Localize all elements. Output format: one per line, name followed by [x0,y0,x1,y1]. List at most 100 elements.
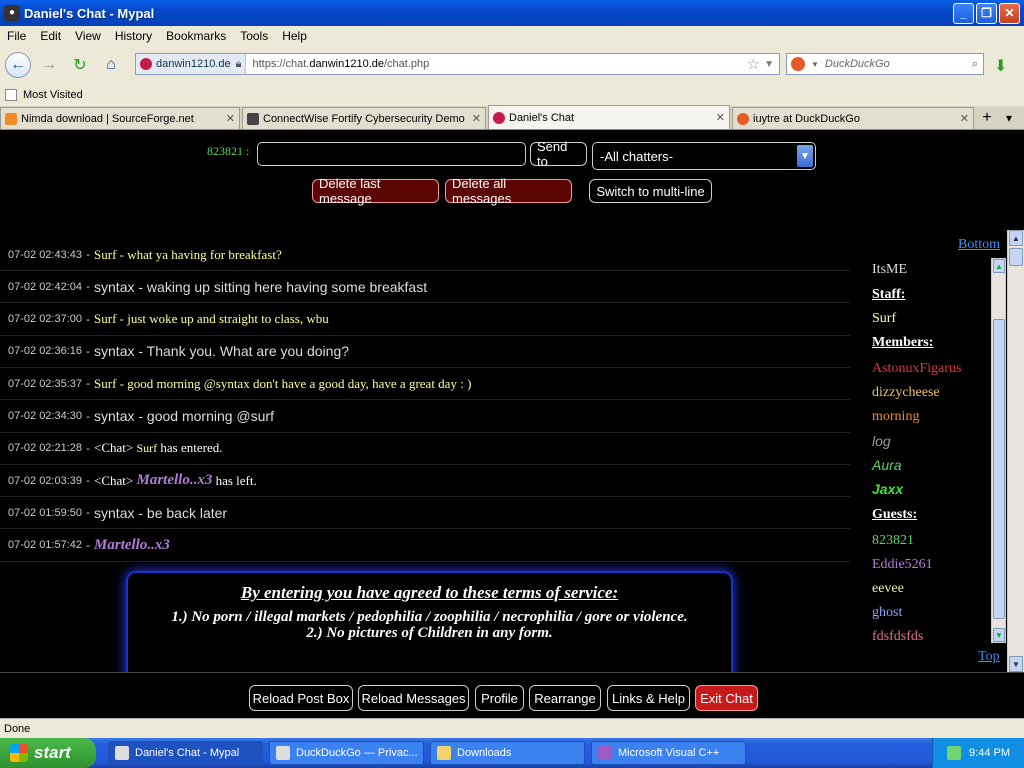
search-engine-dropdown-icon[interactable]: ▼ [811,60,819,69]
links-help-button[interactable]: Links & Help [607,685,690,711]
menu-view[interactable]: View [68,29,108,43]
search-icon[interactable]: ⌕ [972,58,978,71]
profile-button[interactable]: Profile [475,685,524,711]
delete-all-messages-button[interactable]: Delete all messages [445,176,572,206]
system-prefix: <Chat> [94,472,137,488]
message-text: - good morning @syntax don't have a good… [116,375,472,391]
tab-duckduckgo[interactable]: iuytre at DuckDuckGo ✕ [732,107,974,129]
select-chevron-down-icon[interactable]: ▼ [797,145,813,167]
rearrange-button[interactable]: Rearrange [529,685,601,711]
menu-file[interactable]: File [0,29,33,43]
userlist-user[interactable]: Jaxx [872,481,903,497]
home-icon[interactable]: ⌂ [98,52,124,78]
tab-connectwise[interactable]: ConnectWise Fortify Cybersecurity Demo ✕ [242,107,486,129]
url-dropdown-icon[interactable]: ▼ [764,59,774,70]
url-text[interactable]: https://chat.danwin1210.de/chat.php [246,58,746,70]
scroll-down-icon[interactable]: ▼ [993,628,1005,642]
scroll-thumb[interactable] [993,319,1005,619]
tab-nimda[interactable]: Nimda download | SourceForge.net ✕ [0,107,240,129]
menu-history[interactable]: History [108,29,159,43]
scroll-down-icon[interactable]: ▼ [1009,656,1023,672]
userlist-user[interactable]: log [872,433,891,449]
post-box: 823821 : Send to -All chatters- ▼ Delete… [0,131,1024,231]
reload-post-box-button[interactable]: Reload Post Box [249,685,353,711]
tab-daniels-chat[interactable]: Daniel's Chat ✕ [488,105,730,129]
search-placeholder: DuckDuckGo [824,58,890,70]
search-box[interactable]: ▼ DuckDuckGo ⌕ [786,53,984,75]
delete-last-message-button[interactable]: Delete last message [312,176,439,206]
message-author[interactable]: Surf [94,311,116,327]
back-arrow-icon[interactable]: ← [5,52,31,78]
forward-arrow-icon[interactable]: → [36,52,62,78]
userlist-scrollbar[interactable]: ▲ ▼ [991,258,1006,643]
message-row: 07-02 02:37:00- Surf - just woke up and s… [0,304,850,336]
close-tab-icon[interactable]: ✕ [960,112,969,125]
userlist-user[interactable]: dizzycheese [872,385,940,401]
recipient-select[interactable]: -All chatters- ▼ [592,142,816,170]
menu-tools[interactable]: Tools [233,29,275,43]
message-input[interactable] [257,142,526,166]
download-icon[interactable]: ⬇ [994,56,1007,76]
menu-edit[interactable]: Edit [33,29,68,43]
taskbar-item-downloads[interactable]: Downloads [430,741,585,765]
menu-bookmarks[interactable]: Bookmarks [159,29,233,43]
userlist-user[interactable]: Surf [872,311,896,327]
userlist-user[interactable]: ItsME [872,262,907,278]
bookmarks-toolbar: Most Visited [0,84,1024,106]
close-tab-icon[interactable]: ✕ [226,112,235,125]
userlist-user[interactable]: AstonuxFigarus [872,361,961,377]
terms-rule: 2.) No pictures of Children in any form. [306,625,553,641]
restore-button[interactable]: ❐ [976,2,997,24]
new-tab-plus-icon[interactable]: + [976,107,998,129]
message-author[interactable]: syntax [94,343,134,359]
userlist-user[interactable]: fdsfdsfds [872,629,923,645]
close-tab-icon[interactable]: ✕ [472,112,481,125]
tab-strip: Nimda download | SourceForge.net ✕ Conne… [0,105,1024,130]
message-text: - be back later [134,504,228,521]
message-author[interactable]: Surf [136,441,157,456]
switch-multiline-button[interactable]: Switch to multi-line [589,179,712,203]
message-author[interactable]: Martello..x3 [136,472,212,489]
reload-messages-button[interactable]: Reload Messages [358,685,469,711]
start-button[interactable]: start [0,738,96,768]
userlist-user[interactable]: eevee [872,581,904,597]
userlist-user[interactable]: ghost [872,605,902,621]
mypal-icon [276,746,290,760]
reload-icon[interactable]: ↻ [67,52,93,78]
message-author[interactable]: syntax [94,408,134,424]
close-tab-icon[interactable]: ✕ [716,111,725,124]
send-to-button[interactable]: Send to [530,139,587,169]
message-author[interactable]: syntax [94,505,134,521]
menu-help[interactable]: Help [275,29,314,43]
taskbar-item-mypal[interactable]: Daniel's Chat - Mypal [108,741,263,765]
userlist-user[interactable]: morning [872,409,919,425]
taskbar-item-duckduckgo[interactable]: DuckDuckGo — Privac... [269,741,424,765]
userlist-user[interactable]: Aura [872,457,902,473]
exit-chat-button[interactable]: Exit Chat [695,685,758,711]
message-author[interactable]: Surf [94,247,116,263]
message-author[interactable]: Martello..x3 [94,537,170,554]
windows-logo-icon [10,744,28,762]
system-prefix: <Chat> [94,440,137,456]
userlist-user[interactable]: Eddie5261 [872,557,933,573]
bookmark-star-icon[interactable]: ☆ [747,55,760,73]
url-bar[interactable]: danwin1210.de 🔒︎ https://chat.danwin1210… [135,53,780,75]
message-timestamp: 07-02 01:57:42 [8,539,83,552]
userlist-user[interactable]: 823821 [872,533,914,549]
page-scrollbar[interactable]: ▲ ▼ [1007,230,1024,672]
scroll-thumb[interactable] [1009,248,1023,266]
message-author[interactable]: Surf [94,376,116,392]
top-link[interactable]: Top [978,649,1000,665]
site-identity[interactable]: danwin1210.de 🔒︎ [136,54,247,74]
tray-icon[interactable] [947,746,962,760]
minimize-button[interactable]: _ [953,2,974,24]
taskbar-item-visual-cpp[interactable]: Microsoft Visual C++ [591,741,746,765]
bookmark-most-visited[interactable]: Most Visited [23,89,83,101]
tab-list-chevron-icon[interactable]: ▾ [998,107,1020,129]
message-text: has left. [212,472,257,488]
close-window-button[interactable]: ✕ [999,2,1020,24]
message-timestamp: 07-02 02:35:37 [8,377,83,390]
message-author[interactable]: syntax [94,279,134,295]
scroll-up-icon[interactable]: ▲ [1009,230,1023,246]
scroll-up-icon[interactable]: ▲ [993,259,1005,273]
